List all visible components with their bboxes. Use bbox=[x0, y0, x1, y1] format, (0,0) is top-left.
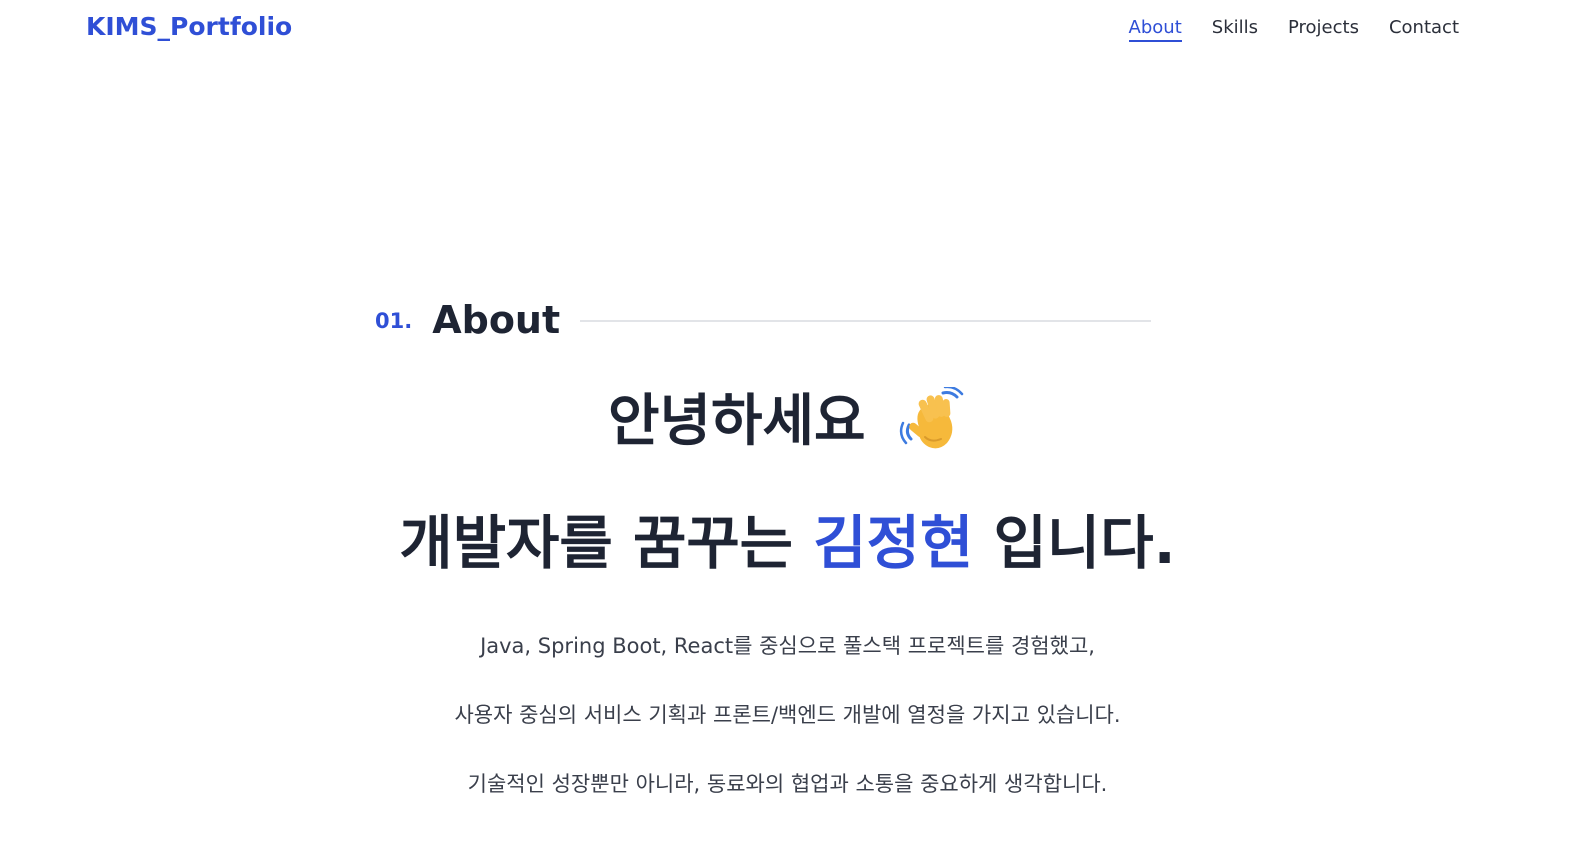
nav-link-skills[interactable]: Skills bbox=[1212, 17, 1258, 42]
nav-link-about[interactable]: About bbox=[1128, 17, 1182, 42]
description-line: 사용자 중심의 서비스 기획과 프론트/백엔드 개발에 열정을 가지고 있습니다… bbox=[454, 703, 1121, 727]
nav-link-contact[interactable]: Contact bbox=[1389, 17, 1459, 42]
greeting-text: 안녕하세요 bbox=[607, 389, 866, 454]
brand-logo-link[interactable]: KIMS_Portfolio bbox=[86, 12, 292, 41]
navbar: KIMS_Portfolio About Skills Projects Con… bbox=[0, 0, 1575, 58]
section-title: About bbox=[432, 298, 561, 342]
intro-name: 김정현 bbox=[813, 509, 974, 577]
nav-link-projects[interactable]: Projects bbox=[1288, 17, 1359, 42]
intro-heading: 개발자를 꿈꾸는 김정현 입니다. bbox=[0, 505, 1575, 581]
section-divider bbox=[580, 320, 1151, 322]
intro-prefix: 개발자를 꿈꾸는 bbox=[399, 509, 794, 577]
section-header: 01. About bbox=[375, 296, 1151, 344]
waving-hand-icon bbox=[899, 385, 967, 455]
greeting-heading: 안녕하세요 bbox=[0, 385, 1575, 458]
description-line: Java, Spring Boot, React를 중심으로 풀스택 프로젝트를… bbox=[480, 634, 1095, 658]
section-number: 01. bbox=[375, 309, 413, 333]
description-line: 기술적인 성장뿐만 아니라, 동료와의 협업과 소통을 중요하게 생각합니다. bbox=[467, 772, 1108, 796]
intro-suffix: 입니다. bbox=[993, 509, 1176, 577]
nav-links: About Skills Projects Contact bbox=[1128, 17, 1459, 42]
